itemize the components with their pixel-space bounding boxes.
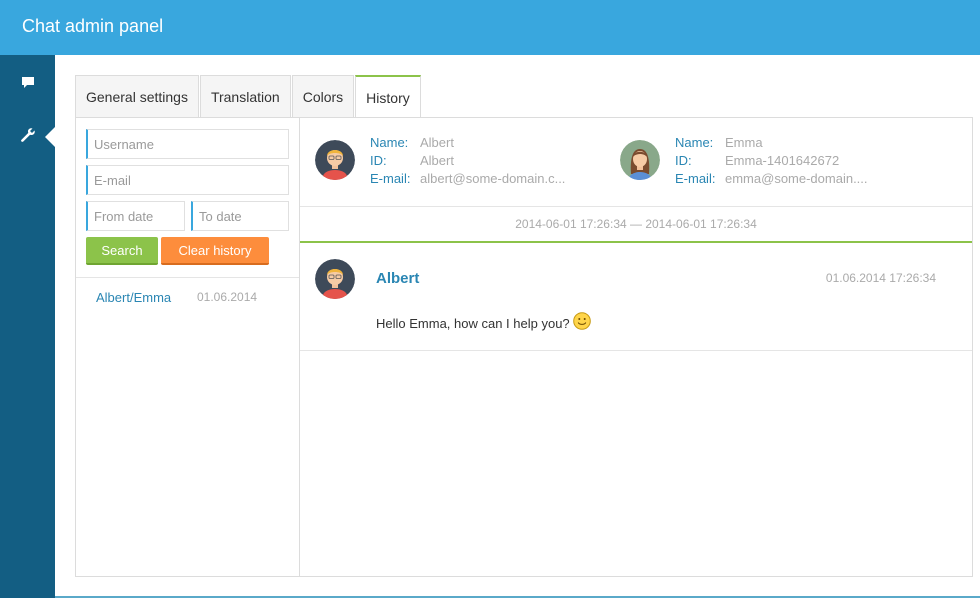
emma-email-value: emma@some-domain.... (725, 171, 868, 186)
tab-history[interactable]: History (355, 75, 421, 119)
tab-colors[interactable]: Colors (291, 75, 355, 118)
participant-labels: Name: ID: E-mail: (370, 134, 410, 188)
username-input[interactable] (86, 129, 289, 159)
message-timestamp: 01.06.2014 17:26:34 (825, 271, 936, 285)
emma-name-value: Emma (725, 135, 763, 150)
albert-id-value: Albert (420, 153, 454, 168)
participant-values: Emma Emma-1401642672 emma@some-domain...… (725, 134, 868, 188)
clear-history-button[interactable]: Clear history (161, 237, 269, 265)
message-body: Hello Emma, how can I help you? (376, 311, 591, 331)
app-title: Chat admin panel (22, 16, 164, 36)
divider (76, 277, 299, 278)
tab-bar: General settings Translation Colors Hist… (75, 75, 422, 119)
chat-icon[interactable] (17, 71, 39, 93)
participant-card-emma: Name: ID: E-mail: Emma Emma-1401642672 e… (620, 134, 910, 190)
id-label: ID: (370, 153, 387, 168)
avatar-emma (620, 140, 660, 180)
tab-translation[interactable]: Translation (199, 75, 291, 118)
smiley-icon (572, 311, 591, 330)
id-label: ID: (675, 153, 692, 168)
emma-id-value: Emma-1401642672 (725, 153, 840, 168)
history-list-item[interactable]: Albert/Emma 01.06.2014 (76, 283, 299, 313)
history-item-date: 01.06.2014 (197, 290, 258, 304)
name-label: Name: (370, 135, 409, 150)
email-label: E-mail: (675, 171, 716, 186)
wrench-icon[interactable] (17, 124, 39, 146)
participant-labels: Name: ID: E-mail: (675, 134, 715, 188)
sidebar (0, 55, 55, 598)
filter-column: Search Clear history Albert/Emma 01.06.2… (76, 118, 300, 576)
message-text: Hello Emma, how can I help you? (376, 316, 570, 331)
top-bar: Chat admin panel (0, 0, 980, 55)
email-input[interactable] (86, 165, 289, 195)
message-author: Albert (376, 270, 420, 287)
history-item-name[interactable]: Albert/Emma (96, 290, 171, 305)
to-date-input[interactable] (191, 201, 289, 231)
search-button[interactable]: Search (86, 237, 158, 265)
name-label: Name: (675, 135, 714, 150)
participant-values: Albert Albert albert@some-domain.c... (420, 134, 565, 188)
avatar-albert (315, 259, 355, 299)
email-label: E-mail: (370, 171, 411, 186)
from-date-input[interactable] (86, 201, 185, 231)
avatar-albert (315, 140, 355, 180)
active-pointer (45, 127, 55, 147)
albert-email-value: albert@some-domain.c... (420, 171, 566, 186)
participant-card-albert: Name: ID: E-mail: Albert Albert albert@s… (315, 134, 605, 190)
chat-message: Albert 01.06.2014 17:26:34 Hello Emma, h… (300, 245, 972, 351)
history-panel: Search Clear history Albert/Emma 01.06.2… (75, 117, 973, 577)
conversation-view: Name: ID: E-mail: Albert Albert albert@s… (300, 118, 972, 576)
tab-general-settings[interactable]: General settings (75, 75, 199, 118)
date-range-bar: 2014-06-01 17:26:34 — 2014-06-01 17:26:3… (300, 206, 972, 243)
albert-name-value: Albert (420, 135, 454, 150)
